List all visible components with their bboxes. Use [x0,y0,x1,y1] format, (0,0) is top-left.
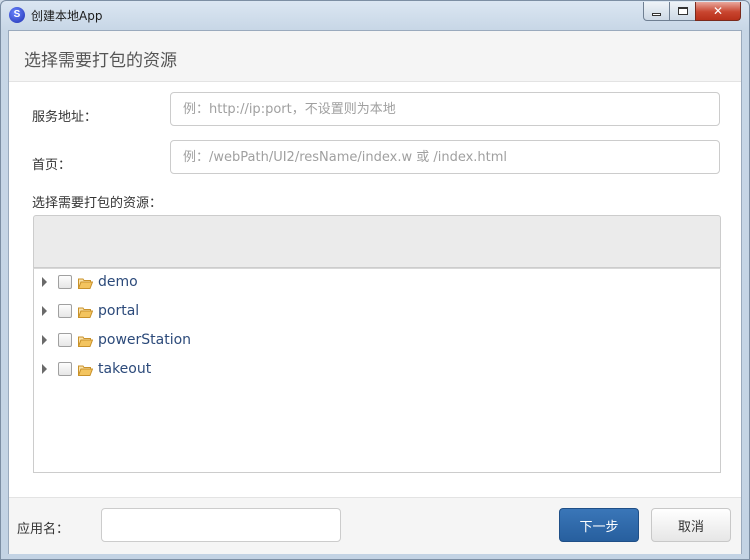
page-title: 选择需要打包的资源 [24,51,177,71]
folder-open-icon [78,278,93,289]
tree-item-checkbox[interactable] [58,362,72,376]
tree-item-checkbox[interactable] [58,333,72,347]
minimize-button[interactable] [643,2,670,21]
expand-caret-icon[interactable] [42,364,47,374]
dialog-footer: 应用名： 下一步 取消 [9,497,741,554]
cancel-button[interactable]: 取消 [651,508,731,542]
expand-caret-icon[interactable] [42,306,47,316]
app-name-label: 应用名： [17,522,70,537]
folder-open-icon [78,365,93,376]
resource-tree[interactable]: demo portal powerStation takeout [33,268,721,473]
tree-item-portal[interactable]: portal [34,301,334,323]
expand-caret-icon[interactable] [42,335,47,345]
dialog-body: 选择需要打包的资源 服务地址： 首页： 选择需要打包的资源： demo [8,30,742,554]
resources-label: 选择需要打包的资源： [32,196,163,211]
window-title: 创建本地App [31,9,103,23]
app-name-input[interactable] [101,508,341,542]
tree-item-checkbox[interactable] [58,304,72,318]
tree-item-takeout[interactable]: takeout [34,359,334,381]
dialog-window: S 创建本地App ✕ 选择需要打包的资源 服务地址： 首页： 选择需要打包的资… [0,0,750,560]
tree-item-label[interactable]: takeout [98,361,151,377]
folder-open-icon [78,307,93,318]
resource-toolbar [33,215,721,268]
expand-caret-icon[interactable] [42,277,47,287]
dialog-header: 选择需要打包的资源 [9,31,741,82]
tree-item-label[interactable]: portal [98,303,139,319]
tree-item-powerstation[interactable]: powerStation [34,330,334,352]
server-address-input[interactable] [170,92,720,126]
tree-item-label[interactable]: demo [98,274,138,290]
maximize-icon [677,7,688,15]
home-page-input[interactable] [170,140,720,174]
close-button[interactable]: ✕ [695,2,741,21]
server-address-label: 服务地址： [32,110,98,125]
minimize-icon [652,12,661,16]
maximize-button[interactable] [669,2,696,21]
close-icon: ✕ [712,4,724,18]
title-bar[interactable]: S 创建本地App ✕ [1,1,749,29]
app-logo-icon: S [9,7,25,23]
tree-item-label[interactable]: powerStation [98,332,191,348]
folder-open-icon [78,336,93,347]
tree-item-demo[interactable]: demo [34,272,334,294]
home-page-label: 首页： [32,158,72,173]
tree-item-checkbox[interactable] [58,275,72,289]
next-button[interactable]: 下一步 [559,508,639,542]
